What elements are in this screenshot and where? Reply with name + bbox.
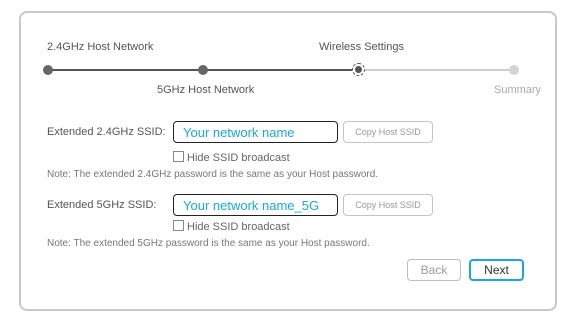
ssid-5ghz-input[interactable]: Your network name_5G [173, 194, 338, 216]
hide-ssid-5ghz-row[interactable]: Hide SSID broadcast [173, 220, 290, 233]
hide-ssid-5ghz-checkbox[interactable] [173, 220, 184, 231]
step-dot-5ghz-host-network [198, 65, 208, 75]
ssid-24ghz-label: Extended 2.4GHz SSID: [47, 126, 166, 138]
step-label-summary: Summary [494, 84, 542, 96]
step-dot-wireless-settings-current [352, 63, 365, 76]
step-label-24ghz-host-network: 2.4GHz Host Network [47, 41, 154, 53]
step-dot-24ghz-host-network [43, 65, 53, 75]
copy-host-ssid-24ghz-button[interactable]: Copy Host SSID [343, 121, 433, 143]
next-button[interactable]: Next [469, 259, 524, 281]
copy-host-ssid-5ghz-button[interactable]: Copy Host SSID [343, 194, 433, 216]
step-label-wireless-settings: Wireless Settings [319, 41, 404, 53]
hide-ssid-24ghz-label: Hide SSID broadcast [187, 152, 290, 164]
hide-ssid-24ghz-checkbox[interactable] [173, 151, 184, 162]
step-dot-summary [509, 65, 519, 75]
note-24ghz-password: Note: The extended 2.4GHz password is th… [47, 169, 379, 180]
stepper-track-remaining [358, 69, 514, 71]
ssid-24ghz-input[interactable]: Your network name [173, 121, 338, 143]
ssid-5ghz-label: Extended 5GHz SSID: [47, 199, 157, 211]
back-button[interactable]: Back [407, 259, 461, 281]
hide-ssid-5ghz-label: Hide SSID broadcast [187, 221, 290, 233]
note-5ghz-password: Note: The extended 5GHz password is the … [47, 238, 370, 249]
hide-ssid-24ghz-row[interactable]: Hide SSID broadcast [173, 151, 290, 164]
step-label-5ghz-host-network: 5GHz Host Network [157, 84, 255, 96]
